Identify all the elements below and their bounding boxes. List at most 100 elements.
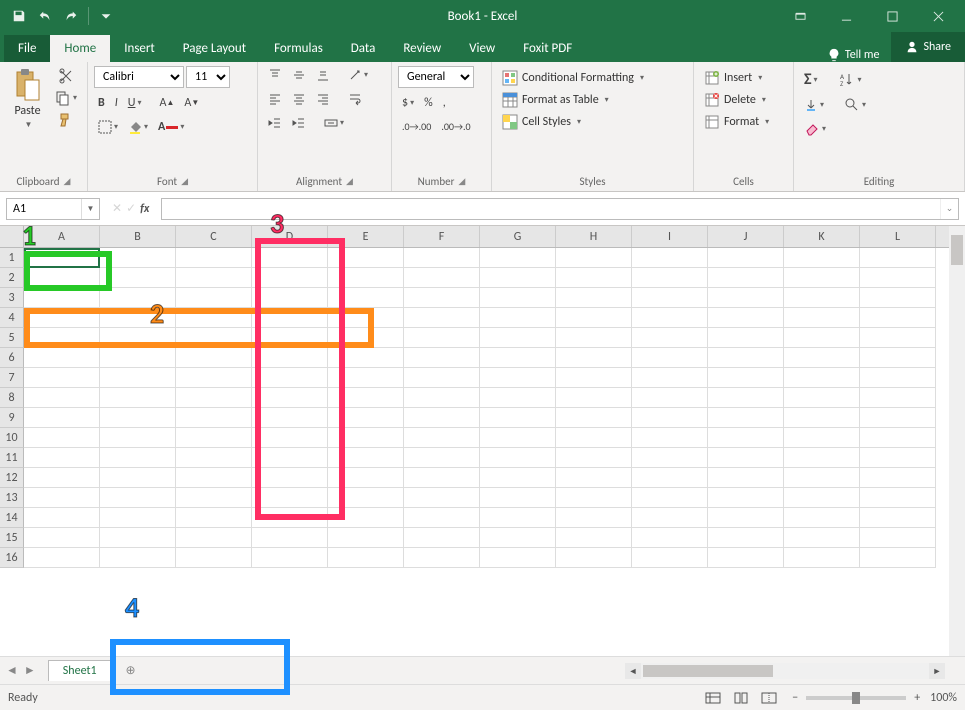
font-size-select[interactable]: 11 xyxy=(186,66,230,88)
cell[interactable] xyxy=(784,548,860,568)
cell[interactable] xyxy=(480,548,556,568)
cell[interactable] xyxy=(252,368,328,388)
format-cells-button[interactable]: Format▾ xyxy=(700,112,773,132)
cell[interactable] xyxy=(404,488,480,508)
cell[interactable] xyxy=(632,268,708,288)
cell[interactable] xyxy=(176,548,252,568)
row-header[interactable]: 15 xyxy=(0,528,24,548)
format-as-table-button[interactable]: Format as Table▾ xyxy=(498,90,613,110)
cell[interactable] xyxy=(480,328,556,348)
decrease-font-button[interactable]: A▼ xyxy=(180,94,203,112)
cell[interactable] xyxy=(328,268,404,288)
row-header[interactable]: 13 xyxy=(0,488,24,508)
cell[interactable] xyxy=(860,488,936,508)
column-header[interactable]: D xyxy=(252,226,328,247)
zoom-slider[interactable] xyxy=(806,696,906,700)
cell[interactable] xyxy=(784,508,860,528)
cell[interactable] xyxy=(252,348,328,368)
underline-button[interactable]: U▾ xyxy=(124,94,146,112)
cell[interactable] xyxy=(100,528,176,548)
cell[interactable] xyxy=(556,408,632,428)
cell[interactable] xyxy=(784,488,860,508)
cell[interactable] xyxy=(176,488,252,508)
cell[interactable] xyxy=(556,348,632,368)
cell[interactable] xyxy=(480,388,556,408)
cell[interactable] xyxy=(708,288,784,308)
cell[interactable] xyxy=(480,288,556,308)
name-box[interactable]: A1 ▼ xyxy=(6,198,100,220)
cell[interactable] xyxy=(252,308,328,328)
cancel-formula-button[interactable]: ✕ xyxy=(112,201,122,216)
expand-formula-bar-button[interactable]: ⌄ xyxy=(940,199,958,219)
comma-format-button[interactable]: , xyxy=(439,94,450,112)
cell[interactable] xyxy=(632,508,708,528)
cell[interactable] xyxy=(556,528,632,548)
cell[interactable] xyxy=(404,288,480,308)
increase-indent-button[interactable] xyxy=(288,114,310,132)
column-header[interactable]: J xyxy=(708,226,784,247)
row-header[interactable]: 14 xyxy=(0,508,24,528)
cell[interactable] xyxy=(632,388,708,408)
cell[interactable] xyxy=(24,248,100,268)
cell[interactable] xyxy=(404,468,480,488)
cell[interactable] xyxy=(24,368,100,388)
zoom-slider-thumb[interactable] xyxy=(852,692,860,704)
tell-me[interactable]: Tell me xyxy=(815,48,892,62)
cell[interactable] xyxy=(176,388,252,408)
cell[interactable] xyxy=(480,428,556,448)
conditional-formatting-button[interactable]: Conditional Formatting▾ xyxy=(498,68,648,88)
accounting-format-button[interactable]: $▾ xyxy=(398,94,418,112)
row-header[interactable]: 5 xyxy=(0,328,24,348)
cell[interactable] xyxy=(100,408,176,428)
cell[interactable] xyxy=(176,528,252,548)
column-header[interactable]: H xyxy=(556,226,632,247)
column-header[interactable]: K xyxy=(784,226,860,247)
cell[interactable] xyxy=(252,268,328,288)
cell[interactable] xyxy=(860,388,936,408)
bold-button[interactable]: B xyxy=(94,94,109,112)
cell[interactable] xyxy=(24,488,100,508)
cell[interactable] xyxy=(708,388,784,408)
cell[interactable] xyxy=(708,408,784,428)
cell[interactable] xyxy=(328,388,404,408)
cell[interactable] xyxy=(860,448,936,468)
column-header[interactable]: C xyxy=(176,226,252,247)
cell[interactable] xyxy=(632,408,708,428)
cell[interactable] xyxy=(328,368,404,388)
cell[interactable] xyxy=(100,348,176,368)
cell[interactable] xyxy=(708,348,784,368)
cell[interactable] xyxy=(708,468,784,488)
dialog-launcher-icon[interactable]: ◢ xyxy=(64,176,71,187)
row-header[interactable]: 7 xyxy=(0,368,24,388)
cell[interactable] xyxy=(784,368,860,388)
row-header[interactable]: 12 xyxy=(0,468,24,488)
cell[interactable] xyxy=(860,548,936,568)
cell[interactable] xyxy=(404,508,480,528)
cell[interactable] xyxy=(708,268,784,288)
autosum-button[interactable]: Σ▾ xyxy=(800,68,822,91)
decrease-decimal-button[interactable]: .00→.0 xyxy=(437,118,474,135)
align-top-button[interactable] xyxy=(264,66,286,84)
row-header[interactable]: 10 xyxy=(0,428,24,448)
cell[interactable] xyxy=(176,508,252,528)
tab-file[interactable]: File xyxy=(4,35,50,62)
cell[interactable] xyxy=(784,288,860,308)
zoom-out-button[interactable]: − xyxy=(792,691,798,705)
hscroll-left-button[interactable]: ◄ xyxy=(625,663,641,679)
sheet-tab[interactable]: Sheet1 xyxy=(48,660,112,681)
cut-button[interactable] xyxy=(54,66,78,86)
tab-foxit-pdf[interactable]: Foxit PDF xyxy=(509,35,586,62)
cell[interactable] xyxy=(100,328,176,348)
normal-view-button[interactable] xyxy=(700,689,726,707)
minimize-button[interactable] xyxy=(825,4,867,28)
tab-formulas[interactable]: Formulas xyxy=(260,35,337,62)
cell[interactable] xyxy=(404,388,480,408)
cell[interactable] xyxy=(252,288,328,308)
cell-styles-button[interactable]: Cell Styles▾ xyxy=(498,112,585,132)
align-right-button[interactable] xyxy=(312,90,334,108)
tab-review[interactable]: Review xyxy=(389,35,455,62)
cell[interactable] xyxy=(480,468,556,488)
tab-home[interactable]: Home xyxy=(50,35,110,62)
cell[interactable] xyxy=(404,308,480,328)
find-select-button[interactable]: ▾ xyxy=(840,95,870,115)
